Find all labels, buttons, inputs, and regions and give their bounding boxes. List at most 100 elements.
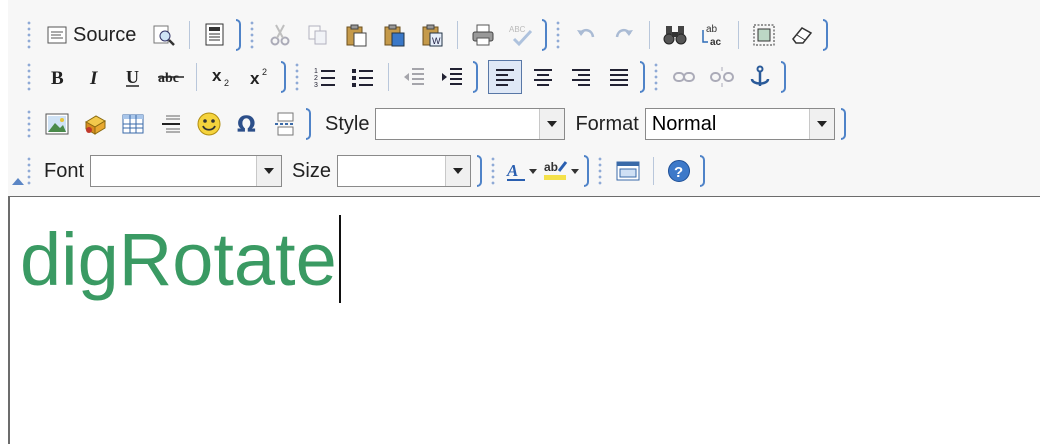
chevron-down-icon — [570, 168, 579, 174]
paste-word-button[interactable]: W — [415, 18, 449, 52]
toolbar-grip[interactable] — [26, 20, 32, 50]
justify-button[interactable] — [602, 60, 636, 94]
align-center-button[interactable] — [526, 60, 560, 94]
bold-button[interactable]: B — [40, 60, 74, 94]
svg-text:3: 3 — [314, 82, 318, 88]
bulleted-list-button[interactable] — [346, 60, 380, 94]
source-button[interactable]: Source — [40, 18, 143, 52]
group-end — [840, 108, 846, 140]
superscript-button[interactable]: x2 — [243, 60, 277, 94]
toolbar-row-4: Font Size A ab ? — [26, 152, 713, 190]
svg-text:U: U — [126, 67, 139, 87]
align-right-button[interactable] — [564, 60, 598, 94]
numbered-list-button[interactable]: 123 — [308, 60, 342, 94]
unlink-button[interactable] — [705, 60, 739, 94]
group-end — [542, 19, 548, 51]
italic-button[interactable]: I — [78, 60, 112, 94]
font-label: Font — [44, 159, 85, 182]
chevron-down-icon[interactable] — [256, 156, 282, 186]
page-break-icon — [275, 112, 295, 136]
table-icon — [122, 114, 144, 134]
cut-button[interactable] — [263, 18, 297, 52]
print-button[interactable] — [466, 18, 500, 52]
editor-content-area[interactable]: digRotate — [8, 196, 1040, 444]
strike-button[interactable]: abc — [154, 60, 188, 94]
outdent-icon — [404, 68, 424, 85]
indent-button[interactable] — [435, 60, 469, 94]
flash-button[interactable] — [78, 107, 112, 141]
anchor-icon — [750, 65, 770, 86]
toolbar-grip[interactable] — [596, 156, 603, 186]
toolbar-row-1: Source W ABC ab ac — [26, 16, 836, 54]
justify-icon — [610, 69, 628, 86]
svg-text:B: B — [51, 68, 64, 88]
link-button[interactable] — [667, 60, 701, 94]
page-break-button[interactable] — [268, 107, 302, 141]
copy-icon — [308, 25, 327, 45]
chevron-down-icon[interactable] — [808, 109, 834, 139]
toolbar-grip[interactable] — [294, 62, 300, 92]
toolbar-grip[interactable] — [489, 156, 496, 186]
subscript-button[interactable]: x2 — [205, 60, 239, 94]
undo-icon — [577, 28, 595, 38]
svg-text:A: A — [506, 161, 518, 180]
svg-text:W: W — [432, 36, 441, 46]
svg-text:2: 2 — [224, 78, 229, 88]
group-end — [699, 155, 705, 187]
preview-button[interactable] — [147, 18, 181, 52]
font-select[interactable] — [90, 155, 283, 187]
select-all-button[interactable] — [747, 18, 781, 52]
select-all-icon — [753, 24, 775, 46]
separator — [649, 21, 651, 49]
style-select[interactable] — [375, 108, 566, 140]
paste-text-icon — [384, 24, 405, 47]
smiley-button[interactable] — [192, 107, 226, 141]
group-end — [823, 19, 829, 51]
text-color-button[interactable]: A — [504, 154, 538, 188]
svg-text:2: 2 — [314, 75, 318, 82]
separator — [388, 63, 389, 91]
format-select[interactable]: Normal — [644, 108, 835, 140]
find-button[interactable] — [658, 18, 692, 52]
paste-button[interactable] — [339, 18, 373, 52]
underline-button[interactable]: U — [116, 60, 150, 94]
eraser-icon — [792, 27, 813, 44]
chevron-down-icon[interactable] — [444, 156, 470, 186]
remove-format-button[interactable] — [785, 18, 819, 52]
templates-button[interactable] — [198, 18, 232, 52]
outdent-button[interactable] — [397, 60, 431, 94]
toolbar-grip[interactable] — [249, 20, 256, 50]
toolbar-grip[interactable] — [26, 62, 32, 92]
font-value — [91, 156, 256, 186]
spellcheck-button[interactable]: ABC — [504, 18, 538, 52]
maximize-button[interactable] — [611, 154, 645, 188]
preview-icon — [153, 25, 176, 46]
toolbar-grip[interactable] — [653, 62, 659, 92]
redo-button[interactable] — [607, 18, 641, 52]
horizontal-rule-button[interactable] — [154, 107, 188, 141]
anchor-button[interactable] — [743, 60, 777, 94]
table-button[interactable] — [116, 107, 150, 141]
toolbar-collapse-icon[interactable] — [12, 178, 24, 185]
size-select[interactable] — [336, 155, 471, 187]
toolbar-row-3: Ω Style Format Normal — [26, 105, 854, 143]
image-button[interactable] — [40, 107, 74, 141]
horizontal-rule-icon — [162, 115, 180, 133]
undo-button[interactable] — [569, 18, 603, 52]
unlink-icon — [710, 67, 734, 87]
special-char-button[interactable]: Ω — [230, 107, 264, 141]
toolbar-grip[interactable] — [555, 20, 562, 50]
format-label: Format — [575, 112, 639, 135]
toolbar-grip[interactable] — [26, 156, 32, 186]
rich-text-editor: Source W ABC ab ac B I U abc x 2 x 2 1 2… — [8, 0, 1040, 444]
background-color-button[interactable]: ab — [542, 154, 580, 188]
align-left-button[interactable] — [488, 60, 522, 94]
chevron-down-icon[interactable] — [539, 109, 565, 139]
omega-icon: Ω — [237, 113, 256, 136]
paste-text-button[interactable] — [377, 18, 411, 52]
copy-button[interactable] — [301, 18, 335, 52]
svg-text:I: I — [89, 68, 98, 88]
replace-button[interactable]: ab ac — [696, 18, 730, 52]
toolbar-grip[interactable] — [26, 109, 32, 139]
about-button[interactable]: ? — [662, 154, 696, 188]
